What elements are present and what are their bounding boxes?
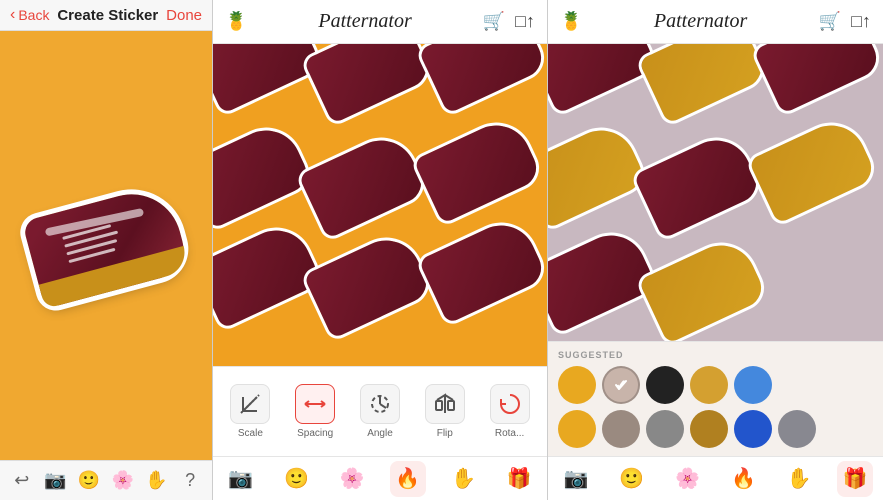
app-logo-3: Patternator bbox=[582, 10, 818, 33]
controls-panel: Scale Spacing An bbox=[213, 366, 547, 456]
pattern-nav-icon[interactable]: 🌸 bbox=[334, 461, 370, 497]
pattern-canvas-gray bbox=[548, 44, 883, 341]
spacing-icon-box bbox=[295, 384, 335, 424]
header-icons-3: 🛒 □↑ bbox=[819, 11, 871, 32]
page-title: Create Sticker bbox=[57, 7, 158, 24]
back-label: Back bbox=[18, 7, 49, 23]
flame-nav-icon[interactable]: 🔥 bbox=[390, 461, 426, 497]
rotate-icon-box bbox=[490, 384, 530, 424]
bottom-nav-3: 📷 🙂 🌸 🔥 ✋ 🎁 bbox=[548, 456, 883, 500]
share-icon-3[interactable]: □↑ bbox=[851, 11, 871, 32]
pattern-grid-gray bbox=[548, 44, 883, 341]
bottom-nav-2: 📷 🙂 🌸 🔥 ✋ 🎁 bbox=[213, 456, 547, 500]
cart-icon-3[interactable]: 🛒 bbox=[819, 11, 841, 32]
color-swatch-taupe[interactable] bbox=[602, 410, 640, 448]
scale-label: Scale bbox=[238, 428, 263, 439]
cart-icon[interactable]: 🛒 bbox=[483, 11, 505, 32]
rotate-label: Rota... bbox=[495, 428, 524, 439]
angle-label: Angle bbox=[367, 428, 393, 439]
hand-nav-icon[interactable]: ✋ bbox=[445, 461, 481, 497]
scale-control[interactable]: Scale bbox=[223, 384, 278, 439]
help-icon[interactable]: ? bbox=[176, 467, 204, 495]
pattern-panel-gray: 🍍 Patternator 🛒 □↑ SUGGESTED bbox=[548, 0, 883, 500]
scale-icon-box bbox=[230, 384, 270, 424]
flame-nav-icon-3[interactable]: 🔥 bbox=[725, 461, 761, 497]
done-button[interactable]: Done bbox=[166, 7, 202, 24]
bottom-toolbar: ↩ 📷 🙂 🌸 ✋ ? bbox=[0, 460, 212, 500]
pineapple-icon-3: 🍍 bbox=[560, 11, 582, 32]
pattern-panel-yellow: 🍍 Patternator 🛒 □↑ bbox=[213, 0, 548, 500]
flip-icon-box bbox=[425, 384, 465, 424]
flower-icon[interactable]: 🌸 bbox=[109, 467, 137, 495]
nav-bar: ‹ Back Create Sticker Done bbox=[0, 0, 212, 31]
spacing-label: Spacing bbox=[297, 428, 333, 439]
hand-icon[interactable]: ✋ bbox=[142, 467, 170, 495]
color-swatch-blue[interactable] bbox=[734, 366, 772, 404]
shoe-body bbox=[22, 183, 190, 309]
color-swatch-gold[interactable] bbox=[690, 366, 728, 404]
emoji-nav-icon[interactable]: 🙂 bbox=[278, 461, 314, 497]
color-swatch-yellow-1[interactable] bbox=[558, 366, 596, 404]
spacing-control[interactable]: Spacing bbox=[288, 384, 343, 439]
color-swatch-darkblue[interactable] bbox=[734, 410, 772, 448]
undo-icon[interactable]: ↩ bbox=[8, 467, 36, 495]
hand-nav-icon-3[interactable]: ✋ bbox=[781, 461, 817, 497]
camera-icon[interactable]: 📷 bbox=[41, 467, 69, 495]
share-icon[interactable]: □↑ bbox=[515, 11, 535, 32]
camera-nav-icon-3[interactable]: 📷 bbox=[558, 461, 594, 497]
emoji-nav-icon-3[interactable]: 🙂 bbox=[614, 461, 650, 497]
color-swatch-medgray[interactable] bbox=[646, 410, 684, 448]
back-button[interactable]: ‹ Back bbox=[10, 6, 49, 24]
color-swatch-gray[interactable] bbox=[602, 366, 640, 404]
rotate-control[interactable]: Rota... bbox=[482, 384, 537, 439]
pattern-canvas-yellow bbox=[213, 44, 547, 366]
app-logo: Patternator bbox=[247, 10, 482, 33]
lace-1 bbox=[62, 224, 111, 240]
pineapple-icon-left: 🍍 bbox=[225, 11, 247, 32]
gift-nav-icon[interactable]: 🎁 bbox=[501, 461, 537, 497]
create-sticker-panel: ‹ Back Create Sticker Done ↩ 📷 🙂 🌸 ✋ ? bbox=[0, 0, 213, 500]
color-swatch-black[interactable] bbox=[646, 366, 684, 404]
flip-label: Flip bbox=[437, 428, 453, 439]
color-swatch-amber[interactable] bbox=[690, 410, 728, 448]
color-panel: SUGGESTED bbox=[548, 341, 883, 456]
camera-nav-icon[interactable]: 📷 bbox=[223, 461, 259, 497]
color-swatch-slategray[interactable] bbox=[778, 410, 816, 448]
pattern-grid bbox=[213, 44, 547, 366]
smile-icon[interactable]: 🙂 bbox=[75, 467, 103, 495]
pattern-header-3: 🍍 Patternator 🛒 □↑ bbox=[548, 0, 883, 44]
flip-control[interactable]: Flip bbox=[417, 384, 472, 439]
angle-control[interactable]: Angle bbox=[352, 384, 407, 439]
suggested-label: SUGGESTED bbox=[558, 350, 873, 360]
shoe-laces bbox=[62, 216, 150, 275]
pattern-nav-icon-3[interactable]: 🌸 bbox=[670, 461, 706, 497]
chevron-left-icon: ‹ bbox=[10, 6, 15, 24]
sticker-canvas bbox=[0, 31, 212, 460]
angle-icon-box bbox=[360, 384, 400, 424]
gift-nav-icon-3[interactable]: 🎁 bbox=[837, 461, 873, 497]
header-icons: 🛒 □↑ bbox=[483, 11, 535, 32]
sticker-preview bbox=[22, 183, 190, 309]
pattern-header: 🍍 Patternator 🛒 □↑ bbox=[213, 0, 547, 44]
color-swatch-yellow-2[interactable] bbox=[558, 410, 596, 448]
